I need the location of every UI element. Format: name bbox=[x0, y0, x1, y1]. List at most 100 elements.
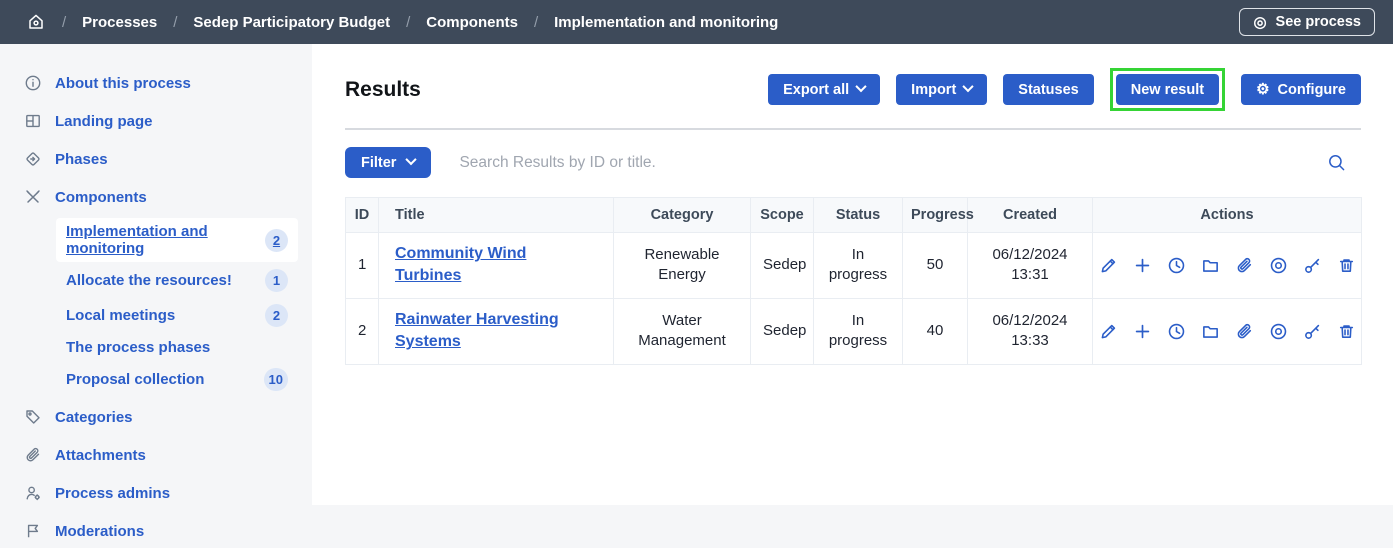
preview-icon[interactable] bbox=[1269, 322, 1288, 341]
import-label: Import bbox=[911, 82, 956, 98]
table-header-row: ID Title Category Scope Status Progress … bbox=[346, 198, 1362, 233]
count-badge: 2 bbox=[265, 304, 288, 327]
configure-button[interactable]: ⚙ Configure bbox=[1241, 74, 1361, 105]
filter-button[interactable]: Filter bbox=[345, 147, 431, 178]
breadcrumb-separator: / bbox=[173, 14, 177, 31]
sidebar-subitem-proposal-collection[interactable]: Proposal collection 10 bbox=[56, 363, 298, 396]
count-badge: 10 bbox=[264, 368, 288, 391]
home-breadcrumb-link[interactable] bbox=[26, 12, 46, 32]
see-process-label: See process bbox=[1276, 14, 1361, 30]
annotation-highlight-box: New result bbox=[1110, 68, 1225, 111]
result-title-link[interactable]: Rainwater Harvesting Systems bbox=[395, 311, 559, 350]
subitem-label: Allocate the resources! bbox=[66, 272, 232, 289]
deadline-clock-icon[interactable] bbox=[1167, 322, 1186, 341]
sidebar-item-label: Moderations bbox=[55, 523, 144, 540]
search-input[interactable] bbox=[459, 154, 1299, 172]
count-badge: 2 bbox=[265, 229, 288, 252]
cell-category: Water Management bbox=[614, 298, 751, 364]
home-icon bbox=[26, 12, 46, 32]
subitem-label: The process phases bbox=[66, 339, 210, 356]
sidebar-item-phases[interactable]: Phases bbox=[0, 142, 312, 176]
phases-icon bbox=[24, 150, 42, 168]
subitem-label: Proposal collection bbox=[66, 371, 204, 388]
folder-icon[interactable] bbox=[1201, 322, 1220, 341]
subitem-label: Local meetings bbox=[66, 307, 175, 324]
sidebar-subitem-allocate-the-resources[interactable]: Allocate the resources! 1 bbox=[56, 264, 298, 297]
header-title: Title bbox=[379, 198, 614, 233]
header-scope: Scope bbox=[751, 198, 814, 233]
created-time: 13:33 bbox=[980, 331, 1080, 351]
folder-icon[interactable] bbox=[1201, 256, 1220, 275]
header-actions: Actions bbox=[1093, 198, 1362, 233]
delete-trash-icon[interactable] bbox=[1337, 322, 1356, 341]
add-icon[interactable] bbox=[1133, 322, 1152, 341]
preview-icon[interactable] bbox=[1269, 256, 1288, 275]
breadcrumb-processes[interactable]: Processes bbox=[82, 14, 157, 31]
attachments-icon[interactable] bbox=[1235, 322, 1254, 341]
sidebar-subitem-local-meetings[interactable]: Local meetings 2 bbox=[56, 299, 298, 332]
statuses-button[interactable]: Statuses bbox=[1003, 74, 1093, 105]
import-button[interactable]: Import bbox=[896, 74, 987, 105]
sidebar-item-label: About this process bbox=[55, 75, 191, 92]
main-panel: Results Export all Import Statuses New r… bbox=[312, 44, 1393, 505]
deadline-clock-icon[interactable] bbox=[1167, 256, 1186, 275]
sidebar-item-categories[interactable]: Categories bbox=[0, 400, 312, 434]
user-gear-icon bbox=[24, 484, 42, 502]
gear-icon: ⚙ bbox=[1256, 82, 1269, 97]
cell-id: 1 bbox=[346, 233, 379, 299]
sidebar: About this process Landing page Phases C… bbox=[0, 44, 312, 525]
delete-trash-icon[interactable] bbox=[1337, 256, 1356, 275]
created-date: 06/12/2024 bbox=[980, 245, 1080, 265]
search-icon[interactable] bbox=[1327, 153, 1347, 173]
row-actions bbox=[1105, 322, 1349, 341]
edit-icon[interactable] bbox=[1099, 256, 1118, 275]
attachments-icon[interactable] bbox=[1235, 256, 1254, 275]
landing-page-icon bbox=[24, 112, 42, 130]
components-sub-list: Implementation and monitoring 2 Allocate… bbox=[0, 218, 312, 396]
chevron-down-icon bbox=[406, 154, 417, 165]
new-result-button[interactable]: New result bbox=[1116, 74, 1219, 105]
chevron-down-icon bbox=[856, 81, 867, 92]
breadcrumb-separator: / bbox=[62, 14, 66, 31]
sidebar-subitem-the-process-phases[interactable]: The process phases bbox=[56, 334, 298, 361]
components-icon bbox=[24, 188, 42, 206]
breadcrumb: / Processes / Sedep Participatory Budget… bbox=[26, 12, 778, 32]
permissions-key-icon[interactable] bbox=[1303, 256, 1322, 275]
page-title: Results bbox=[345, 78, 421, 102]
paperclip-icon bbox=[24, 446, 42, 464]
sidebar-item-components[interactable]: Components bbox=[0, 180, 312, 214]
cell-scope: Sedep bbox=[751, 233, 814, 299]
export-all-button[interactable]: Export all bbox=[768, 74, 880, 105]
created-time: 13:31 bbox=[980, 265, 1080, 285]
result-title-link[interactable]: Community Wind Turbines bbox=[395, 245, 526, 284]
cell-progress: 50 bbox=[903, 233, 968, 299]
cell-created: 06/12/2024 13:31 bbox=[968, 233, 1093, 299]
statuses-label: Statuses bbox=[1018, 82, 1078, 98]
export-all-label: Export all bbox=[783, 82, 849, 98]
chevron-down-icon bbox=[963, 81, 974, 92]
breadcrumb-components[interactable]: Components bbox=[426, 14, 518, 31]
header-status: Status bbox=[814, 198, 903, 233]
sidebar-item-label: Attachments bbox=[55, 447, 146, 464]
see-process-button[interactable]: ◎ See process bbox=[1239, 8, 1375, 36]
row-actions bbox=[1105, 256, 1349, 275]
header-category: Category bbox=[614, 198, 751, 233]
info-icon bbox=[24, 74, 42, 92]
add-icon[interactable] bbox=[1133, 256, 1152, 275]
sidebar-item-attachments[interactable]: Attachments bbox=[0, 438, 312, 472]
sidebar-item-moderations[interactable]: Moderations bbox=[0, 514, 312, 548]
filter-label: Filter bbox=[361, 155, 396, 171]
results-table: ID Title Category Scope Status Progress … bbox=[345, 197, 1362, 365]
permissions-key-icon[interactable] bbox=[1303, 322, 1322, 341]
sidebar-item-landing-page[interactable]: Landing page bbox=[0, 104, 312, 138]
sidebar-item-about[interactable]: About this process bbox=[0, 66, 312, 100]
cell-category: Renewable Energy bbox=[614, 233, 751, 299]
sidebar-item-process-admins[interactable]: Process admins bbox=[0, 476, 312, 510]
edit-icon[interactable] bbox=[1099, 322, 1118, 341]
header-created: Created bbox=[968, 198, 1093, 233]
sidebar-subitem-implementation-and-monitoring[interactable]: Implementation and monitoring 2 bbox=[56, 218, 298, 262]
count-badge: 1 bbox=[265, 269, 288, 292]
cell-progress: 40 bbox=[903, 298, 968, 364]
breadcrumb-process-name[interactable]: Sedep Participatory Budget bbox=[193, 14, 390, 31]
breadcrumb-separator: / bbox=[406, 14, 410, 31]
